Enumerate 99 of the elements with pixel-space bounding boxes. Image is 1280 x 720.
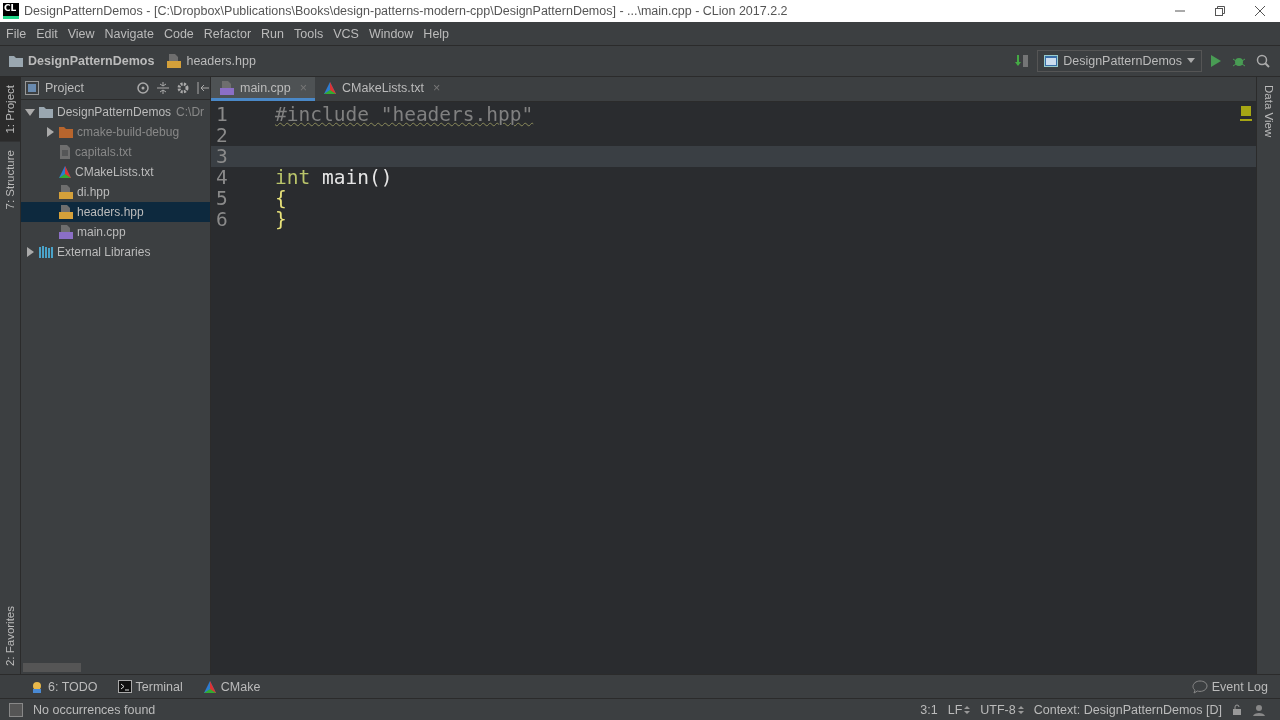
line-number: 5 (215, 187, 229, 210)
todo-icon (30, 679, 44, 694)
tool-window-tab[interactable]: 2: Favorites (0, 597, 20, 674)
code-line: int main() (275, 166, 393, 189)
lock-icon (1232, 703, 1242, 716)
menu-item[interactable]: Help (418, 26, 455, 41)
caret-position[interactable]: 3:1 (920, 702, 938, 717)
panel-title: Project (45, 81, 84, 95)
caret-icon (1187, 58, 1195, 64)
tree-item[interactable]: CMakeLists.txt (21, 162, 210, 182)
line-number: 6 (215, 208, 229, 231)
menu-item[interactable]: Edit (31, 26, 63, 41)
library-icon (38, 245, 54, 259)
tree-item[interactable]: capitals.txt (21, 142, 210, 162)
path-hint: C:\Dr (176, 105, 205, 119)
run-icon[interactable] (1210, 54, 1222, 68)
event-log-button[interactable]: Event Log (1191, 679, 1268, 694)
speech-bubble-icon (1191, 679, 1208, 694)
code-line: { (275, 187, 287, 210)
terminal-icon (117, 680, 132, 693)
tree-label: External Libraries (57, 245, 151, 259)
tab-label: CMakeLists.txt (342, 80, 424, 95)
triangle-logo-icon (323, 80, 338, 95)
tool-window-tab[interactable]: Data View (1257, 77, 1280, 146)
inspection-status-icon (1240, 106, 1252, 122)
context-selector[interactable]: Context: DesignPatternDemos [D] (1033, 702, 1222, 717)
run-config-dropdown[interactable]: DesignPatternDemos (1037, 50, 1202, 72)
code-line: } (275, 208, 287, 231)
target-icon[interactable] (136, 81, 150, 95)
folder-icon (8, 54, 24, 68)
scrollbar[interactable] (23, 663, 81, 672)
tree-label: CMakeLists.txt (75, 165, 154, 179)
tree-label: headers.hpp (77, 205, 144, 219)
menu-item[interactable]: Refactor (198, 26, 257, 41)
tree-label: cmake-build-debug (77, 125, 180, 139)
text-file-icon (58, 144, 72, 160)
tab-label: main.cpp (240, 80, 291, 95)
tree-label: di.hpp (77, 185, 110, 199)
line-number: 4 (215, 166, 229, 189)
code-line: #include "headers.hpp" (275, 103, 534, 126)
gear-icon[interactable] (176, 81, 190, 95)
editor-tab[interactable]: CMakeLists.txt × (315, 77, 449, 101)
collapsed-arrow-icon[interactable] (25, 247, 35, 257)
header-file-icon (58, 184, 74, 200)
menu-item[interactable]: File (1, 26, 32, 41)
hide-panel-icon[interactable] (196, 81, 210, 95)
project-view-icon (25, 81, 39, 95)
line-number: 2 (215, 124, 229, 147)
tree-label: main.cpp (77, 225, 126, 239)
window-title: DesignPatternDemos - [C:\Dropbox\Publications\Books\design-patterns-modern-cpp\DesignPatternDemos] - ...\main.cpp - CLion 2017.2.2 (24, 4, 789, 18)
header-file-icon (58, 204, 74, 220)
collapse-icon[interactable] (156, 81, 170, 95)
up-down-arrow-icon (1017, 704, 1024, 715)
tool-window-button[interactable]: Terminal (117, 679, 183, 694)
triangle-logo-icon (202, 679, 217, 694)
tool-window-tab[interactable]: 1: Project (0, 77, 20, 142)
status-message: No occurrences found (33, 702, 156, 717)
inspector-icon (1252, 702, 1266, 717)
collapsed-arrow-icon[interactable] (45, 127, 55, 137)
tree-item[interactable]: di.hpp (21, 182, 210, 202)
line-number: 3 (215, 145, 229, 168)
menu-item[interactable]: Code (158, 26, 199, 41)
app-logo: CL (3, 3, 19, 19)
menu-item[interactable]: Tools (289, 26, 329, 41)
folder-icon (58, 125, 74, 139)
tree-item[interactable]: DesignPatternDemos C:\Dr (21, 102, 210, 122)
window-icon (1044, 55, 1059, 67)
folder-icon (38, 105, 54, 119)
encoding-selector[interactable]: UTF-8 (980, 702, 1024, 717)
tree-item[interactable]: cmake-build-debug (21, 122, 210, 142)
expanded-arrow-icon[interactable] (25, 107, 35, 117)
menu-item[interactable]: Run (256, 26, 289, 41)
panel-toggle-icon (9, 702, 23, 717)
tool-window-button[interactable]: 6: TODO (30, 679, 98, 694)
editor-tab[interactable]: main.cpp × (211, 77, 316, 101)
menu-item[interactable]: Navigate (99, 26, 159, 41)
tree-label: DesignPatternDemos (57, 105, 172, 119)
restore-icon[interactable] (1214, 5, 1226, 17)
tree-item[interactable]: main.cpp (21, 222, 210, 242)
menu-item[interactable]: View (62, 26, 100, 41)
cpp-file-icon (58, 224, 74, 240)
line-number: 1 (215, 103, 229, 126)
menu-item[interactable]: VCS (328, 26, 364, 41)
build-icon[interactable] (1015, 53, 1030, 69)
cpp-file-icon (219, 79, 235, 96)
triangle-logo-icon (58, 165, 72, 179)
header-file-icon (166, 53, 183, 69)
tree-item[interactable]: External Libraries (21, 242, 210, 262)
tree-item[interactable]: headers.hpp (21, 202, 210, 222)
line-separator-selector[interactable]: LF (947, 702, 971, 717)
menu-item[interactable]: Window (363, 26, 419, 41)
breadcrumb[interactable]: headers.hpp (166, 53, 256, 69)
tool-window-button[interactable]: CMake (202, 679, 261, 694)
breadcrumb[interactable]: DesignPatternDemos (8, 54, 155, 68)
tool-window-tab[interactable]: 7: Structure (0, 141, 20, 218)
up-down-arrow-icon (964, 704, 971, 715)
close-icon[interactable] (1254, 5, 1266, 17)
search-icon[interactable] (1256, 54, 1270, 68)
tree-label: capitals.txt (75, 145, 132, 159)
